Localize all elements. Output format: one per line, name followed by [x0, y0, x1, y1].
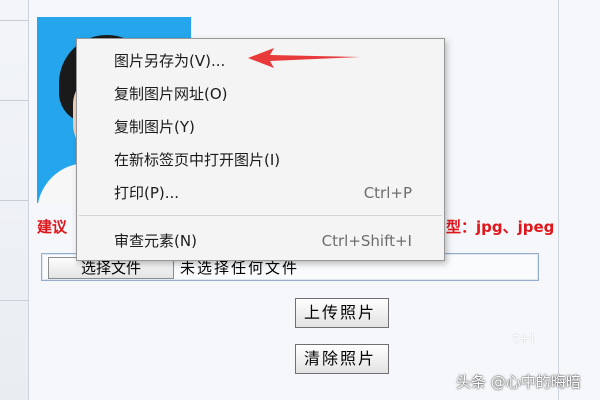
frame-line — [0, 20, 28, 21]
menu-item-label: 审查元素(N) — [114, 232, 197, 250]
left-arrow-icon — [248, 48, 360, 68]
menu-item-open-image-new-tab[interactable]: 在新标签页中打开图片(I) — [77, 146, 444, 174]
menu-item-label: 打印(P)... — [114, 184, 180, 202]
menu-item-shortcut: Ctrl+Shift+I — [321, 232, 412, 250]
watermark: 头条 @心中的晦暗 — [456, 373, 581, 391]
frame-line — [558, 0, 559, 400]
clear-photo-button[interactable]: 清除照片 — [295, 344, 389, 374]
menu-item-copy-image-url[interactable]: 复制图片网址(O) — [77, 80, 444, 108]
frame-line — [0, 200, 28, 201]
frame-line — [0, 300, 28, 301]
menu-item-shortcut: Ctrl+P — [363, 184, 412, 202]
menu-item-label: 复制图片(Y) — [114, 118, 195, 136]
hint-text-right: 型：jpg、jpeg — [446, 218, 555, 236]
hint-text-left: 建议 — [37, 218, 68, 236]
context-menu: 图片另存为(V)... 复制图片网址(O) 复制图片(Y) 在新标签页中打开图片… — [76, 38, 445, 261]
menu-item-label: 在新标签页中打开图片(I) — [114, 151, 281, 169]
menu-item-label: 图片另存为(V)... — [114, 52, 226, 70]
upload-photo-button[interactable]: 上传照片 — [295, 298, 389, 328]
menu-item-inspect-element[interactable]: 审查元素(N) Ctrl+Shift+I — [77, 227, 444, 255]
menu-separator — [79, 215, 442, 216]
menu-item-print[interactable]: 打印(P)... Ctrl+P — [77, 179, 444, 207]
frame-line — [0, 100, 28, 101]
menu-item-label: 复制图片网址(O) — [114, 85, 228, 103]
menu-item-copy-image[interactable]: 复制图片(Y) — [77, 113, 444, 141]
partial-shortcut-text: t+I — [513, 331, 535, 347]
